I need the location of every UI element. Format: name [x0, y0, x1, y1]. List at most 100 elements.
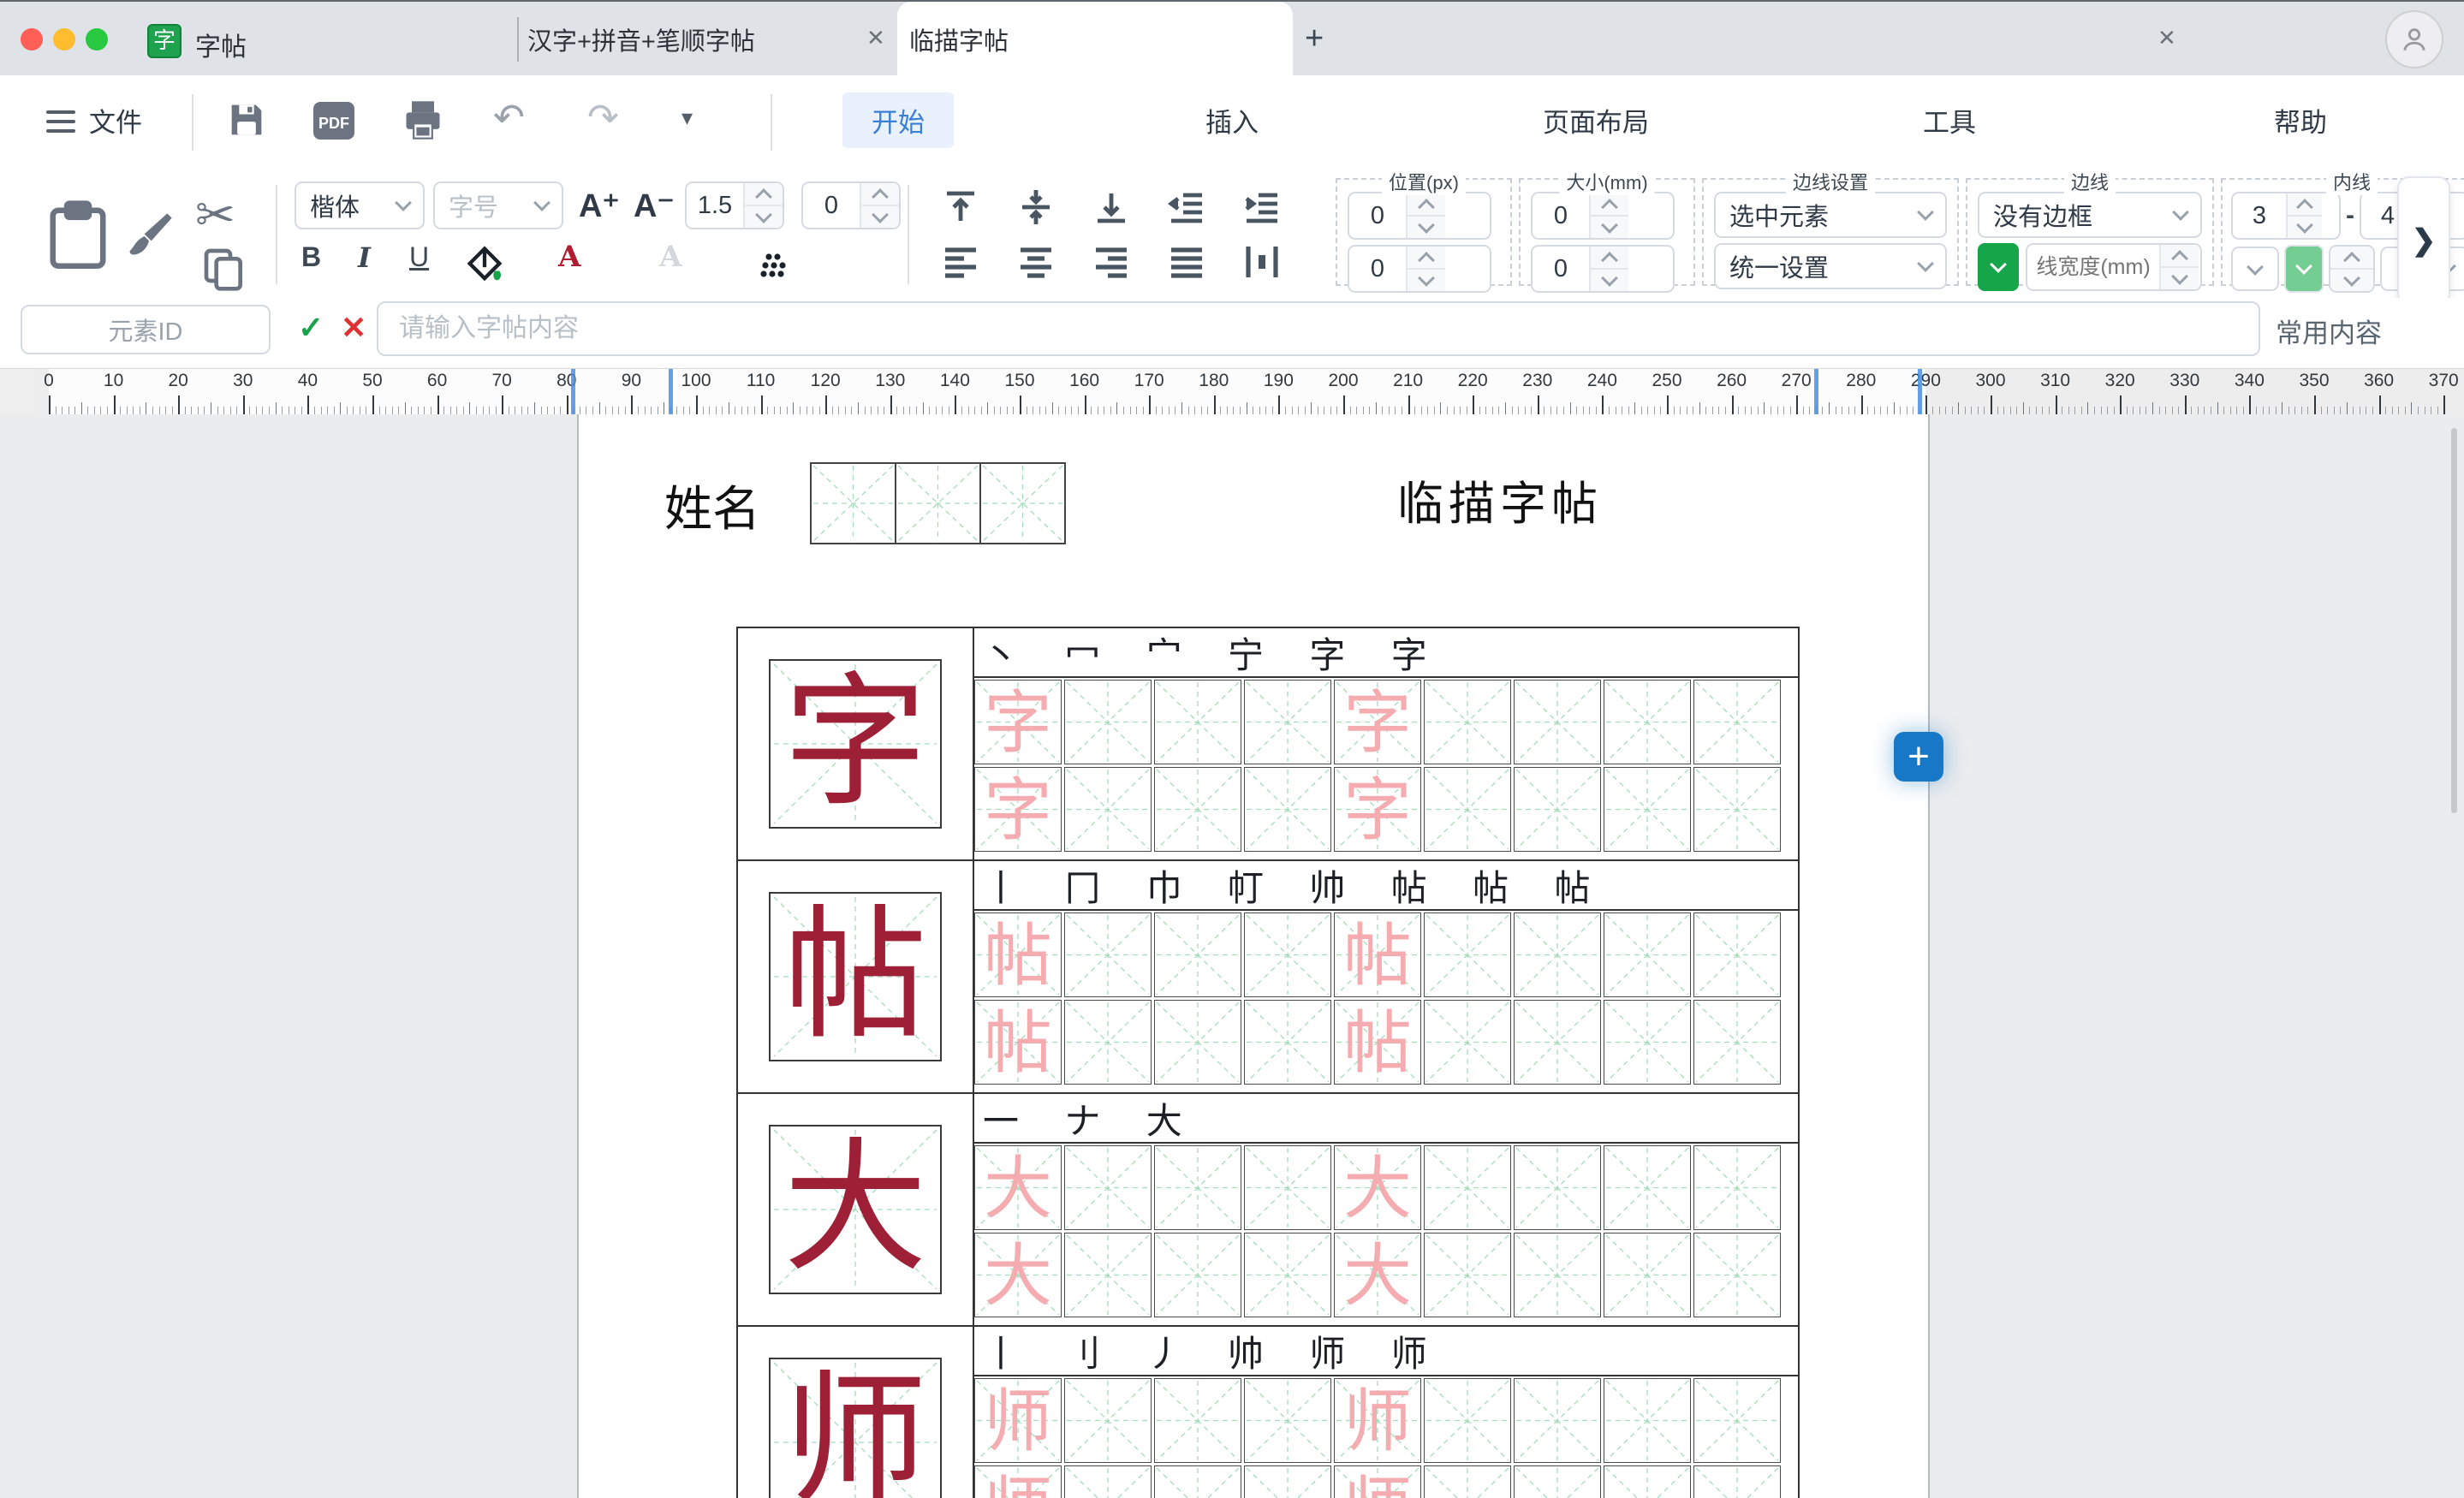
size-height-spinner[interactable]	[1531, 245, 1675, 293]
practice-cell[interactable]: 大	[1334, 1233, 1421, 1317]
practice-row[interactable]: 大一 ナ 大大大大大	[738, 1094, 1798, 1327]
practice-cell[interactable]	[1064, 767, 1152, 852]
practice-cell[interactable]	[1154, 1000, 1241, 1085]
practice-cell[interactable]	[1244, 767, 1331, 852]
practice-cell[interactable]	[1604, 1465, 1691, 1498]
practice-cell[interactable]	[1604, 1378, 1691, 1463]
menu-tab-page-layout[interactable]: 页面布局	[1543, 101, 1649, 140]
practice-cell[interactable]	[1064, 1145, 1152, 1230]
copybook-content-input[interactable]	[377, 301, 2260, 356]
practice-cell[interactable]	[1514, 767, 1601, 852]
name-grid[interactable]	[810, 462, 1066, 544]
name-cell[interactable]	[896, 464, 981, 543]
practice-cell[interactable]	[1424, 767, 1511, 852]
tab-hanzi-pinyin[interactable]: 汉字+拼音+笔顺字帖 ✕	[527, 2, 896, 77]
practice-cell[interactable]	[1424, 1378, 1511, 1463]
practice-cell[interactable]: 大	[974, 1145, 1062, 1230]
position-y-spinner[interactable]	[1348, 245, 1491, 293]
cancel-icon[interactable]: ✕	[341, 310, 366, 346]
confirm-icon[interactable]: ✓	[298, 310, 324, 346]
practice-cell[interactable]	[1154, 1465, 1241, 1498]
practice-cell[interactable]	[1693, 1378, 1781, 1463]
practice-cell[interactable]	[1424, 912, 1511, 997]
practice-cell[interactable]	[1244, 1000, 1331, 1085]
practice-cell[interactable]	[1154, 680, 1241, 764]
close-tab-icon[interactable]: ✕	[866, 25, 885, 51]
align-left-icon[interactable]	[940, 241, 981, 282]
practice-cell[interactable]: 帖	[974, 912, 1062, 997]
practice-cell[interactable]	[1424, 1465, 1511, 1498]
export-pdf-button[interactable]: PDF	[310, 99, 358, 142]
inner-line-style-select[interactable]	[2231, 247, 2279, 291]
distribute-icon[interactable]	[1241, 241, 1283, 282]
example-char-cell[interactable]: 师	[738, 1327, 974, 1498]
border-width-spinner[interactable]	[2026, 243, 2202, 291]
redo-button[interactable]: ↷	[587, 96, 619, 140]
practice-cell[interactable]	[1693, 912, 1781, 997]
font-color-button[interactable]: A	[558, 240, 580, 274]
undo-button[interactable]: ↶	[493, 96, 525, 140]
practice-cell[interactable]	[1064, 1465, 1152, 1498]
practice-cell[interactable]	[1604, 912, 1691, 997]
file-menu[interactable]: 文件	[89, 101, 142, 140]
minimize-window-button[interactable]	[53, 28, 75, 51]
size-width-spinner[interactable]	[1531, 192, 1675, 240]
align-bottom-icon[interactable]	[1091, 187, 1132, 228]
element-id-button[interactable]: 元素ID	[21, 305, 271, 354]
example-char-cell[interactable]: 帖	[738, 861, 974, 1092]
practice-cell[interactable]	[1693, 1145, 1781, 1230]
example-char-cell[interactable]: 字	[738, 628, 974, 859]
practice-cell[interactable]	[1604, 1000, 1691, 1085]
new-tab-button[interactable]: +	[1305, 21, 1324, 57]
cut-button[interactable]: ✂	[195, 187, 235, 243]
fill-color-button[interactable]	[462, 243, 507, 288]
practice-cell[interactable]	[1064, 1233, 1152, 1317]
practice-cell[interactable]	[1064, 1000, 1152, 1085]
border-target-select[interactable]: 选中元素	[1714, 192, 1947, 238]
ruler-selection-marker[interactable]	[571, 369, 575, 415]
outdent-icon[interactable]	[1166, 187, 1207, 228]
practice-cell[interactable]: 师	[1334, 1378, 1421, 1463]
inner-line-color-button[interactable]	[2284, 245, 2324, 293]
print-button[interactable]	[401, 98, 445, 142]
increase-font-button[interactable]: A⁺	[579, 187, 620, 225]
close-tab-icon[interactable]: ✕	[2157, 25, 2176, 51]
paste-button[interactable]	[45, 199, 111, 272]
practice-cell[interactable]	[1154, 1233, 1241, 1317]
practice-cell[interactable]: 字	[1334, 680, 1421, 764]
practice-cell[interactable]: 字	[974, 680, 1062, 764]
copy-button[interactable]	[200, 245, 248, 293]
practice-cell[interactable]	[1693, 767, 1781, 852]
underline-button[interactable]: U	[409, 241, 429, 273]
practice-cell[interactable]: 帖	[1334, 1000, 1421, 1085]
practice-cell[interactable]: 帖	[1334, 912, 1421, 997]
char-outline-button[interactable]: A	[659, 240, 681, 274]
indent-icon[interactable]	[1241, 187, 1283, 228]
practice-cell[interactable]	[1244, 680, 1331, 764]
canvas-area[interactable]: 姓名 临描字帖 字丶 冖 宀 宁 字 字字字字字帖丨 冂 巾 帄 帅 帖 帖 帖…	[0, 414, 2464, 1498]
practice-cell[interactable]	[1693, 1000, 1781, 1085]
practice-row[interactable]: 字丶 冖 宀 宁 字 字字字字字	[738, 628, 1798, 861]
account-avatar[interactable]	[2385, 10, 2443, 68]
decrease-font-button[interactable]: A⁻	[634, 187, 675, 225]
practice-cell[interactable]: 字	[974, 767, 1062, 852]
practice-cell[interactable]	[1064, 1378, 1152, 1463]
practice-cell[interactable]	[1244, 1378, 1331, 1463]
practice-cell[interactable]	[1424, 1145, 1511, 1230]
align-right-icon[interactable]	[1091, 241, 1132, 282]
practice-cell[interactable]: 师	[1334, 1465, 1421, 1498]
practice-cell[interactable]	[1514, 912, 1601, 997]
practice-cell[interactable]	[1693, 1465, 1781, 1498]
practice-cell[interactable]	[1154, 1378, 1241, 1463]
practice-cell[interactable]	[1514, 1000, 1601, 1085]
menu-tab-insert[interactable]: 插入	[1205, 101, 1259, 140]
align-center-icon[interactable]	[1015, 241, 1056, 282]
practice-cell[interactable]	[1604, 1233, 1691, 1317]
menu-tab-start[interactable]: 开始	[842, 92, 954, 148]
practice-table[interactable]: 字丶 冖 宀 宁 字 字字字字字帖丨 冂 巾 帄 帅 帖 帖 帖帖帖帖帖大一 ナ…	[736, 627, 1800, 1498]
align-middle-icon[interactable]	[1015, 187, 1056, 228]
menu-tab-help[interactable]: 帮助	[2274, 101, 2327, 140]
border-mode-select[interactable]: 统一设置	[1714, 243, 1947, 289]
practice-cell[interactable]	[1154, 912, 1241, 997]
practice-cell[interactable]	[1154, 1145, 1241, 1230]
